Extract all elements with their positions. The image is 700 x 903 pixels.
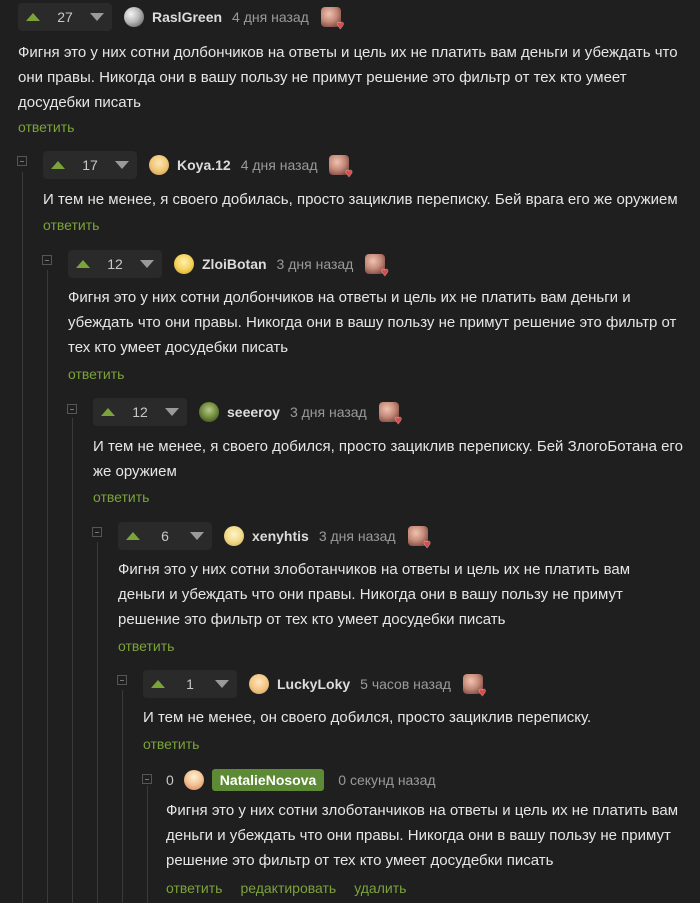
upvote-icon[interactable] — [76, 260, 90, 268]
comment-actions: ответить — [93, 489, 149, 505]
avatar[interactable] — [199, 402, 219, 422]
comment-score: 1 — [186, 676, 194, 692]
comment-time[interactable]: 4 дня назад — [241, 157, 318, 173]
downvote-icon[interactable] — [115, 161, 129, 169]
downvote-icon[interactable] — [140, 260, 154, 268]
comment-author[interactable]: xenyhtis — [252, 528, 309, 544]
upvote-icon[interactable] — [126, 532, 140, 540]
award-badge-icon[interactable] — [462, 674, 486, 698]
thread-line — [72, 418, 73, 903]
avatar[interactable] — [249, 674, 269, 694]
comment-score: 12 — [132, 404, 148, 420]
thread-line — [147, 786, 148, 903]
comment-text: И тем не менее, я своего добилась, прост… — [43, 191, 678, 208]
comment-time[interactable]: 3 дня назад — [319, 528, 396, 544]
comment-author[interactable]: ZloiBotan — [202, 256, 267, 272]
comment-score: 6 — [161, 528, 169, 544]
comment-time[interactable]: 5 часов назад — [360, 676, 451, 692]
avatar[interactable] — [149, 155, 169, 175]
comment-actions: ответить — [43, 217, 99, 233]
comment-author[interactable]: RaslGreen — [152, 9, 222, 25]
comment-text: И тем не менее, я своего добился, просто… — [93, 438, 683, 480]
vote-controls: 27 — [18, 3, 112, 31]
upvote-icon[interactable] — [101, 408, 115, 416]
avatar[interactable] — [224, 526, 244, 546]
reply-button[interactable]: ответить — [68, 366, 124, 382]
comment-text: Фигня это у них сотни долбончиков на отв… — [18, 44, 678, 111]
downvote-icon[interactable] — [190, 532, 204, 540]
collapse-toggle[interactable] — [117, 675, 127, 685]
thread-line — [47, 270, 48, 903]
thread-line — [122, 690, 123, 903]
comment-header: 27 RaslGreen 4 дня назад — [18, 3, 344, 31]
vote-controls: 12 — [68, 250, 162, 278]
downvote-icon[interactable] — [215, 680, 229, 688]
vote-controls: 17 — [43, 151, 137, 179]
comment-time[interactable]: 0 секунд назад — [338, 772, 435, 788]
comment-actions: ответить — [68, 366, 124, 382]
comment-time[interactable]: 4 дня назад — [232, 9, 309, 25]
reply-button[interactable]: ответить — [18, 119, 74, 135]
comment-score: 12 — [107, 256, 123, 272]
comment-header: 12 seeeroy 3 дня назад — [93, 398, 402, 426]
comment-header: 12 ZloiBotan 3 дня назад — [68, 250, 388, 278]
collapse-toggle[interactable] — [67, 404, 77, 414]
comment-actions: ответить — [118, 638, 174, 654]
award-badge-icon[interactable] — [407, 526, 431, 550]
comment-text: Фигня это у них сотни злоботанчиков на о… — [118, 561, 631, 628]
avatar[interactable] — [174, 254, 194, 274]
comment-text: И тем не менее, он своего добился, прост… — [143, 709, 592, 726]
award-badge-icon[interactable] — [365, 254, 388, 278]
thread-line — [22, 172, 23, 903]
thread-line — [97, 542, 98, 903]
comment-text: Фигня это у них сотни долбончиков на отв… — [68, 289, 677, 356]
comment-author[interactable]: LuckyLoky — [277, 676, 350, 692]
collapse-toggle[interactable] — [92, 527, 102, 537]
comment-score: 27 — [57, 9, 73, 25]
comment-header: 0 NatalieNosova 0 секунд назад — [166, 766, 436, 794]
edit-button[interactable]: редактировать — [240, 880, 336, 896]
comment-actions: ответить редактировать удалить — [166, 880, 406, 896]
comment-header: 1 LuckyLoky 5 часов назад — [143, 670, 486, 698]
comment-author[interactable]: NatalieNosova — [211, 769, 325, 791]
award-badge-icon[interactable] — [329, 155, 352, 179]
downvote-icon[interactable] — [165, 408, 179, 416]
vote-controls: 12 — [93, 398, 187, 426]
reply-button[interactable]: ответить — [93, 489, 149, 505]
upvote-icon[interactable] — [26, 13, 40, 21]
comment-header: 17 Koya.12 4 дня назад — [43, 151, 352, 179]
comment-score: 17 — [82, 157, 98, 173]
comment-score: 0 — [166, 772, 174, 788]
comment-time[interactable]: 3 дня назад — [277, 256, 354, 272]
comment-header: 6 xenyhtis 3 дня назад — [118, 522, 431, 550]
award-badge-icon[interactable] — [378, 402, 402, 426]
collapse-toggle[interactable] — [17, 156, 27, 166]
reply-button[interactable]: ответить — [118, 638, 174, 654]
avatar[interactable] — [183, 770, 204, 790]
vote-controls: 1 — [143, 670, 237, 698]
upvote-icon[interactable] — [51, 161, 65, 169]
upvote-icon[interactable] — [151, 680, 165, 688]
avatar[interactable] — [124, 7, 144, 27]
comment-author[interactable]: seeeroy — [227, 404, 280, 420]
vote-controls: 6 — [118, 522, 212, 550]
downvote-icon[interactable] — [90, 13, 104, 21]
comment-text: Фигня это у них сотни злоботанчиков на о… — [166, 802, 679, 869]
collapse-toggle[interactable] — [142, 774, 152, 784]
comment-author[interactable]: Koya.12 — [177, 157, 231, 173]
reply-button[interactable]: ответить — [143, 736, 199, 752]
delete-button[interactable]: удалить — [354, 880, 406, 896]
reply-button[interactable]: ответить — [43, 217, 99, 233]
reply-button[interactable]: ответить — [166, 880, 222, 896]
comment-actions: ответить — [18, 119, 74, 135]
award-badge-icon[interactable] — [320, 7, 344, 31]
comment-actions: ответить — [143, 736, 199, 752]
comment-time[interactable]: 3 дня назад — [290, 404, 367, 420]
collapse-toggle[interactable] — [42, 255, 52, 265]
